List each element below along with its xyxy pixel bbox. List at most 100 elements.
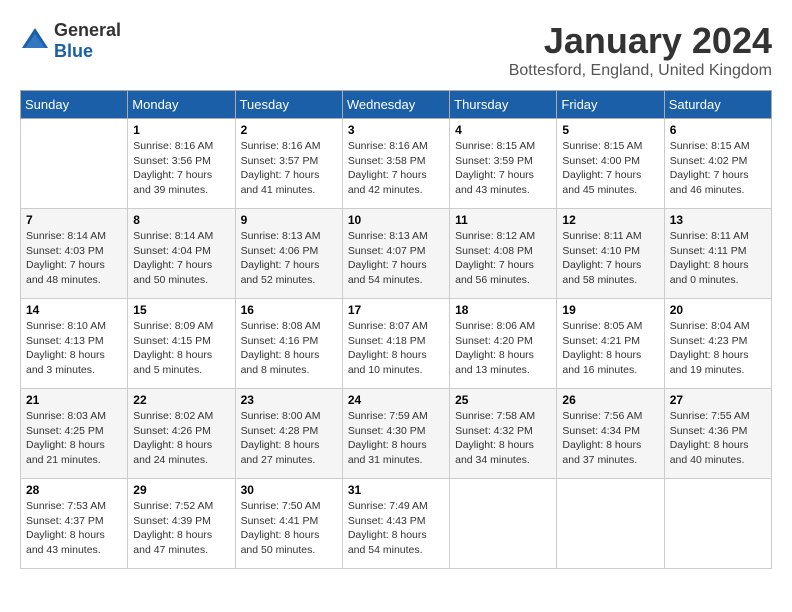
- day-number: 6: [670, 123, 766, 137]
- calendar-cell: 14Sunrise: 8:10 AMSunset: 4:13 PMDayligh…: [21, 299, 128, 389]
- calendar-cell: 13 Sunrise: 8:11 AMSunset: 4:11 PMDayligh…: [664, 209, 771, 299]
- logo-text: General Blue: [54, 20, 121, 62]
- day-info: Sunrise: 7:53 AMSunset: 4:37 PMDaylight:…: [26, 499, 122, 558]
- day-number: 18: [455, 303, 551, 317]
- day-info: Sunrise: 8:06 AMSunset: 4:20 PMDaylight:…: [455, 319, 551, 378]
- page-header: General Blue January 2024 Bottesford, En…: [20, 20, 772, 80]
- day-number: 30: [241, 483, 337, 497]
- day-info: Sunrise: 8:16 AMSunset: 3:57 PMDaylight:…: [241, 139, 337, 198]
- day-number: 11: [455, 213, 551, 227]
- calendar-cell: 21 Sunrise: 8:03 AMSunset: 4:25 PMDayligh…: [21, 389, 128, 479]
- calendar-cell: 16 Sunrise: 8:08 AMSunset: 4:16 PMDayligh…: [235, 299, 342, 389]
- calendar-cell: [450, 479, 557, 569]
- day-info: Sunrise: 8:14 AMSunset: 4:04 PMDaylight:…: [133, 229, 229, 288]
- logo: General Blue: [20, 20, 121, 62]
- day-info: Sunrise: 7:52 AMSunset: 4:39 PMDaylight:…: [133, 499, 229, 558]
- header-friday: Friday: [557, 91, 664, 119]
- month-title: January 2024: [509, 20, 772, 62]
- day-number: 27: [670, 393, 766, 407]
- day-info: Sunrise: 8:12 AMSunset: 4:08 PMDaylight:…: [455, 229, 551, 288]
- header-thursday: Thursday: [450, 91, 557, 119]
- week-row-4: 21 Sunrise: 8:03 AMSunset: 4:25 PMDayligh…: [21, 389, 772, 479]
- day-info: Sunrise: 8:16 AMSunset: 3:58 PMDaylight:…: [348, 139, 444, 198]
- calendar-cell: 1 Sunrise: 8:16 AMSunset: 3:56 PMDaylight…: [128, 119, 235, 209]
- day-number: 23: [241, 393, 337, 407]
- day-number: 12: [562, 213, 658, 227]
- calendar-cell: 18 Sunrise: 8:06 AMSunset: 4:20 PMDayligh…: [450, 299, 557, 389]
- day-info: Sunrise: 8:02 AMSunset: 4:26 PMDaylight:…: [133, 409, 229, 468]
- header-monday: Monday: [128, 91, 235, 119]
- calendar-cell: [21, 119, 128, 209]
- day-info: Sunrise: 7:58 AMSunset: 4:32 PMDaylight:…: [455, 409, 551, 468]
- day-info: Sunrise: 8:16 AMSunset: 3:56 PMDaylight:…: [133, 139, 229, 198]
- calendar-cell: 29 Sunrise: 7:52 AMSunset: 4:39 PMDayligh…: [128, 479, 235, 569]
- day-number: 19: [562, 303, 658, 317]
- header-tuesday: Tuesday: [235, 91, 342, 119]
- week-row-3: 14Sunrise: 8:10 AMSunset: 4:13 PMDayligh…: [21, 299, 772, 389]
- calendar-cell: 26Sunrise: 7:56 AMSunset: 4:34 PMDayligh…: [557, 389, 664, 479]
- calendar-cell: 30 Sunrise: 7:50 AMSunset: 4:41 PMDayligh…: [235, 479, 342, 569]
- day-number: 8: [133, 213, 229, 227]
- header-wednesday: Wednesday: [342, 91, 449, 119]
- day-info: Sunrise: 8:00 AMSunset: 4:28 PMDaylight:…: [241, 409, 337, 468]
- calendar-cell: 8 Sunrise: 8:14 AMSunset: 4:04 PMDaylight…: [128, 209, 235, 299]
- week-row-5: 28 Sunrise: 7:53 AMSunset: 4:37 PMDayligh…: [21, 479, 772, 569]
- location: Bottesford, England, United Kingdom: [509, 62, 772, 80]
- calendar-cell: 9 Sunrise: 8:13 AMSunset: 4:06 PMDaylight…: [235, 209, 342, 299]
- day-info: Sunrise: 8:03 AMSunset: 4:25 PMDaylight:…: [26, 409, 122, 468]
- day-number: 20: [670, 303, 766, 317]
- calendar-body: 1 Sunrise: 8:16 AMSunset: 3:56 PMDaylight…: [21, 119, 772, 569]
- day-number: 16: [241, 303, 337, 317]
- day-number: 13: [670, 213, 766, 227]
- calendar-cell: 10 Sunrise: 8:13 AMSunset: 4:07 PMDayligh…: [342, 209, 449, 299]
- calendar-cell: 17 Sunrise: 8:07 AMSunset: 4:18 PMDayligh…: [342, 299, 449, 389]
- header-sunday: Sunday: [21, 91, 128, 119]
- calendar-cell: 24Sunrise: 7:59 AMSunset: 4:30 PMDayligh…: [342, 389, 449, 479]
- calendar-header: SundayMondayTuesdayWednesdayThursdayFrid…: [21, 91, 772, 119]
- day-info: Sunrise: 8:15 AMSunset: 4:02 PMDaylight:…: [670, 139, 766, 198]
- day-info: Sunrise: 8:13 AMSunset: 4:07 PMDaylight:…: [348, 229, 444, 288]
- day-number: 24: [348, 393, 444, 407]
- day-number: 9: [241, 213, 337, 227]
- calendar-cell: 3 Sunrise: 8:16 AMSunset: 3:58 PMDaylight…: [342, 119, 449, 209]
- day-info: Sunrise: 8:05 AMSunset: 4:21 PMDaylight:…: [562, 319, 658, 378]
- title-block: January 2024 Bottesford, England, United…: [509, 20, 772, 80]
- day-info: Sunrise: 8:07 AMSunset: 4:18 PMDaylight:…: [348, 319, 444, 378]
- calendar-cell: 27Sunrise: 7:55 AMSunset: 4:36 PMDayligh…: [664, 389, 771, 479]
- day-info: Sunrise: 8:11 AMSunset: 4:10 PMDaylight:…: [562, 229, 658, 288]
- day-number: 10: [348, 213, 444, 227]
- header-saturday: Saturday: [664, 91, 771, 119]
- calendar-cell: 31Sunrise: 7:49 AMSunset: 4:43 PMDayligh…: [342, 479, 449, 569]
- calendar-cell: 19 Sunrise: 8:05 AMSunset: 4:21 PMDayligh…: [557, 299, 664, 389]
- calendar-cell: 6 Sunrise: 8:15 AMSunset: 4:02 PMDaylight…: [664, 119, 771, 209]
- day-number: 3: [348, 123, 444, 137]
- day-info: Sunrise: 8:14 AMSunset: 4:03 PMDaylight:…: [26, 229, 122, 288]
- calendar-cell: 12 Sunrise: 8:11 AMSunset: 4:10 PMDayligh…: [557, 209, 664, 299]
- calendar-cell: [557, 479, 664, 569]
- day-info: Sunrise: 8:10 AMSunset: 4:13 PMDaylight:…: [26, 319, 122, 378]
- day-number: 21: [26, 393, 122, 407]
- logo-blue: Blue: [54, 41, 121, 62]
- week-row-2: 7 Sunrise: 8:14 AMSunset: 4:03 PMDaylight…: [21, 209, 772, 299]
- day-info: Sunrise: 8:11 AMSunset: 4:11 PMDaylight:…: [670, 229, 766, 288]
- day-number: 15: [133, 303, 229, 317]
- day-number: 28: [26, 483, 122, 497]
- week-row-1: 1 Sunrise: 8:16 AMSunset: 3:56 PMDaylight…: [21, 119, 772, 209]
- calendar-cell: 20Sunrise: 8:04 AMSunset: 4:23 PMDayligh…: [664, 299, 771, 389]
- day-number: 29: [133, 483, 229, 497]
- day-info: Sunrise: 7:49 AMSunset: 4:43 PMDaylight:…: [348, 499, 444, 558]
- day-info: Sunrise: 7:50 AMSunset: 4:41 PMDaylight:…: [241, 499, 337, 558]
- day-number: 17: [348, 303, 444, 317]
- calendar-cell: 25Sunrise: 7:58 AMSunset: 4:32 PMDayligh…: [450, 389, 557, 479]
- day-number: 1: [133, 123, 229, 137]
- calendar-cell: [664, 479, 771, 569]
- calendar-cell: 5Sunrise: 8:15 AMSunset: 4:00 PMDaylight…: [557, 119, 664, 209]
- calendar-cell: 4Sunrise: 8:15 AMSunset: 3:59 PMDaylight…: [450, 119, 557, 209]
- day-info: Sunrise: 8:13 AMSunset: 4:06 PMDaylight:…: [241, 229, 337, 288]
- calendar-cell: 23 Sunrise: 8:00 AMSunset: 4:28 PMDayligh…: [235, 389, 342, 479]
- calendar-cell: 22Sunrise: 8:02 AMSunset: 4:26 PMDayligh…: [128, 389, 235, 479]
- days-header-row: SundayMondayTuesdayWednesdayThursdayFrid…: [21, 91, 772, 119]
- day-info: Sunrise: 8:08 AMSunset: 4:16 PMDaylight:…: [241, 319, 337, 378]
- day-number: 7: [26, 213, 122, 227]
- day-info: Sunrise: 8:09 AMSunset: 4:15 PMDaylight:…: [133, 319, 229, 378]
